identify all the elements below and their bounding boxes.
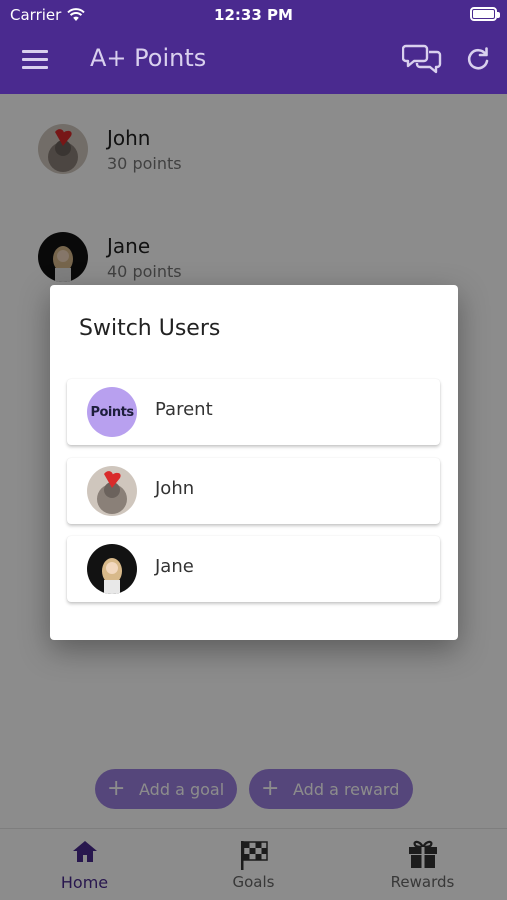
avatar bbox=[87, 466, 137, 516]
topbar-dim bbox=[0, 0, 507, 94]
switch-user-option-parent[interactable]: Points Parent bbox=[67, 379, 440, 445]
points-logo-icon: Points bbox=[87, 387, 137, 437]
option-label: Jane bbox=[155, 556, 194, 577]
dialog-title: Switch Users bbox=[79, 316, 221, 341]
switch-user-option-jane[interactable]: Jane bbox=[67, 536, 440, 602]
logo-text: Points bbox=[90, 404, 134, 420]
avatar bbox=[87, 544, 137, 594]
switch-users-dialog: Switch Users Points Parent John Jane bbox=[50, 285, 458, 640]
option-label: John bbox=[155, 478, 195, 499]
option-label: Parent bbox=[155, 399, 213, 420]
switch-user-option-john[interactable]: John bbox=[67, 458, 440, 524]
